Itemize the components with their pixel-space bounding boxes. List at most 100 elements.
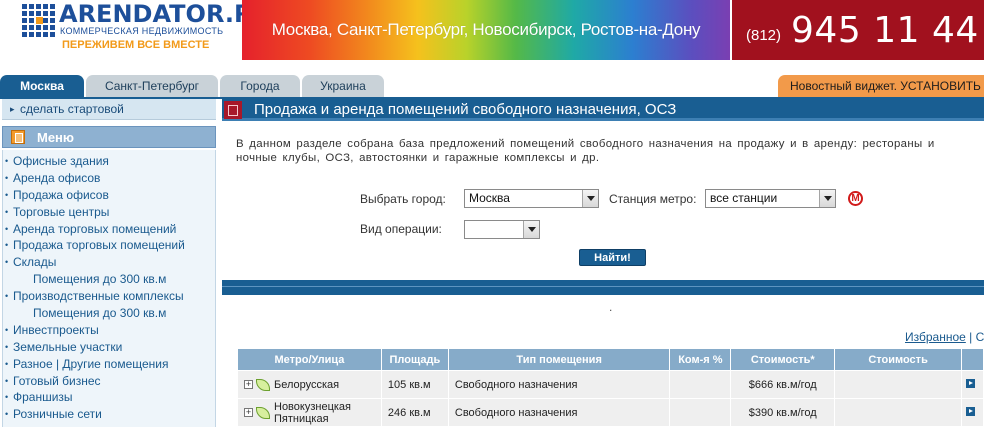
sidebar-menu-item[interactable]: • Склады xyxy=(3,254,215,271)
arrow-right-icon: ▸ xyxy=(10,103,15,114)
banner-text: Москва, Санкт-Петербург, Новосибирск, Ро… xyxy=(271,20,701,39)
search-button[interactable]: Найти! xyxy=(579,249,646,266)
site-logo[interactable]: ARENDATOR.RU КОММЕРЧЕСКАЯ НЕДВИЖИМОСТЬ П… xyxy=(0,0,272,70)
table-row[interactable]: + Новокузнецкая Пятницкая 246 кв.м Свобо… xyxy=(237,398,984,427)
bullet-icon: • xyxy=(5,375,9,386)
sidebar-menu-item[interactable]: • Готовый бизнес xyxy=(3,373,215,390)
operation-label: Вид операции: xyxy=(360,222,442,236)
sidebar-menu-item-label: Производственные комплексы xyxy=(13,289,184,304)
metro-map-icon[interactable]: М xyxy=(848,191,863,206)
chevron-down-icon[interactable] xyxy=(582,190,598,207)
listings-table: Метро/Улица Площадь Тип помещения Ком-я … xyxy=(237,348,984,427)
cell-price-alt xyxy=(834,370,962,399)
content-header: Продажа и аренда помещений свободного на… xyxy=(222,99,984,121)
sidebar-menu-item[interactable]: • Торговые центры xyxy=(3,204,215,221)
bullet-icon: • xyxy=(5,257,9,268)
leaf-icon xyxy=(256,378,270,391)
bullet-icon: • xyxy=(5,223,9,234)
logo-subtitle: КОММЕРЧЕСКАЯ НЕДВИЖИМОСТЬ xyxy=(60,26,224,36)
make-start-page-link[interactable]: ▸ сделать стартовой xyxy=(2,99,216,120)
sidebar-menu-item-label: Офисные здания xyxy=(13,154,109,168)
open-arrow-icon[interactable] xyxy=(965,406,975,416)
expand-plus-icon[interactable]: + xyxy=(244,408,253,417)
sidebar-menu-item[interactable]: • Инвестпроекты xyxy=(3,322,215,339)
menu-document-icon xyxy=(11,130,25,144)
section-intro: В данном разделе собрана база предложени… xyxy=(236,138,984,165)
logo-name: ARENDATOR.RU xyxy=(59,0,272,28)
sidebar-menu-item[interactable]: • Продажа офисов xyxy=(3,187,215,204)
sidebar-menu-item[interactable]: • Продажа торговых помещений xyxy=(3,237,215,254)
table-header-row: Метро/Улица Площадь Тип помещения Ком-я … xyxy=(237,348,984,371)
city-select[interactable]: Москва xyxy=(464,189,599,208)
bullet-icon: • xyxy=(5,324,9,335)
col-header-price-alt[interactable]: Стоимость xyxy=(834,348,962,371)
cell-metro: + Новокузнецкая Пятницкая xyxy=(237,398,382,427)
cell-type: Свободного назначения xyxy=(447,370,671,399)
cities-banner[interactable]: Москва, Санкт-Петербург, Новосибирск, Ро… xyxy=(242,0,730,60)
sidebar-menu-item-label: Помещения до 300 кв.м xyxy=(33,306,167,321)
menu-header: Меню xyxy=(2,126,216,148)
bullet-icon: • xyxy=(5,409,9,420)
sidebar-menu-item[interactable]: Помещения до 300 кв.м xyxy=(3,305,215,322)
section-document-icon xyxy=(224,101,242,119)
sidebar-menu-item[interactable]: • Разное | Другие помещения xyxy=(3,356,215,373)
results-divider xyxy=(222,280,984,295)
chevron-down-icon[interactable] xyxy=(523,221,539,238)
favorites-links: Избранное | С xyxy=(905,330,984,344)
cell-price: $666 кв.м/год xyxy=(730,370,836,399)
favorites-link[interactable]: Избранное xyxy=(905,330,966,344)
metro-name[interactable]: Белорусская xyxy=(274,379,339,391)
sidebar-menu-item[interactable]: • Франшизы xyxy=(3,389,215,406)
cell-price-alt xyxy=(834,398,962,427)
sidebar-menu-item-label: Аренда торговых помещений xyxy=(13,221,177,236)
sidebar-menu-item[interactable]: • Аренда офисов xyxy=(3,170,215,187)
sidebar-menu-item[interactable]: • Земельные участки xyxy=(3,339,215,356)
logo-grid-icon xyxy=(22,3,56,37)
col-header-metro[interactable]: Метро/Улица xyxy=(237,348,382,371)
cell-action xyxy=(960,398,984,427)
bullet-icon: • xyxy=(5,392,9,403)
sidebar-menu-item[interactable]: • Офисные здания xyxy=(3,153,215,170)
col-header-commission[interactable]: Ком-я % xyxy=(669,348,732,371)
tab-cities[interactable]: Города xyxy=(220,75,300,97)
chevron-down-icon[interactable] xyxy=(819,190,835,207)
open-arrow-icon[interactable] xyxy=(965,378,975,388)
sidebar-menu-item[interactable]: • Аренда торговых помещений xyxy=(3,221,215,238)
news-widget-install-tab[interactable]: Новостный виджет. УСТАНОВИТЬ xyxy=(778,75,984,97)
table-row[interactable]: + Белорусская 105 кв.м Свободного назнач… xyxy=(237,370,984,399)
phone-banner[interactable]: (812) 945 11 44 xyxy=(732,0,984,60)
intro-line-2: ночные клубы, ОСЗ, автостоянки и гаражны… xyxy=(236,151,600,164)
sidebar-menu-item-label: Помещения до 300 кв.м xyxy=(33,272,167,287)
sidebar: ▸ сделать стартовой Меню • Офисные здания… xyxy=(0,99,218,427)
bullet-icon: • xyxy=(5,156,9,166)
tab-ukraine[interactable]: Украина xyxy=(302,75,384,97)
intro-line-1: В данном разделе собрана база предложени… xyxy=(236,138,935,150)
col-header-area[interactable]: Площадь xyxy=(380,348,449,371)
menu-title: Меню xyxy=(37,129,75,145)
loading-dot: . xyxy=(609,300,613,314)
sidebar-menu-item-label: Разное | Другие помещения xyxy=(13,356,169,371)
logo-slogan: ПЕРЕЖИВЕМ ВСЕ ВМЕСТЕ xyxy=(62,39,210,51)
metro-name[interactable]: Новокузнецкая Пятницкая xyxy=(274,401,354,425)
sidebar-menu-item-label: Земельные участки xyxy=(13,339,123,354)
metro-label: Станция метро: xyxy=(609,192,697,206)
col-header-price[interactable]: Стоимость* xyxy=(730,348,836,371)
cell-commission xyxy=(669,370,732,399)
bullet-icon: • xyxy=(5,189,9,200)
tab-saint-petersburg[interactable]: Санкт-Петербург xyxy=(86,75,218,97)
sidebar-menu-item-label: Инвестпроекты xyxy=(13,322,99,337)
expand-plus-icon[interactable]: + xyxy=(244,380,253,389)
sidebar-menu-item[interactable]: • Розничные сети xyxy=(3,406,215,423)
make-start-label: сделать стартовой xyxy=(20,102,124,116)
operation-select[interactable] xyxy=(464,220,540,239)
sidebar-menu-item[interactable]: • Производственные комплексы xyxy=(3,288,215,305)
phone-code: (812) xyxy=(746,26,782,44)
sidebar-menu-item-label: Розничные сети xyxy=(13,407,102,422)
col-header-action xyxy=(960,348,984,371)
metro-select[interactable]: все станции xyxy=(705,189,836,208)
sidebar-menu-item[interactable]: Помещения до 300 кв.м xyxy=(3,271,215,288)
col-header-type[interactable]: Тип помещения xyxy=(447,348,671,371)
tab-moscow[interactable]: Москва xyxy=(0,75,84,97)
cell-price: $390 кв.м/год xyxy=(730,398,836,427)
bullet-icon: • xyxy=(5,206,9,217)
